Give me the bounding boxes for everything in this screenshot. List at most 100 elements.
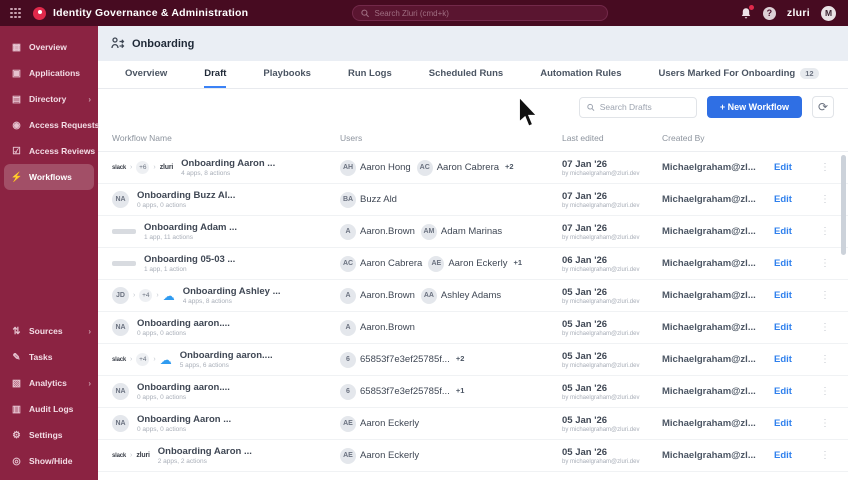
users-cell: A Aaron.Brown AA Ashley Adams	[340, 287, 562, 304]
tab-users-marked-for-onboarding[interactable]: Users Marked For Onboarding 12	[658, 61, 819, 88]
sidebar-item-access-requests[interactable]: ◉ Access Requests	[0, 112, 99, 138]
app-grid-icon[interactable]	[10, 7, 21, 19]
flow-arrow-icon: ›	[153, 164, 156, 171]
table-row: Onboarding Adam ... 1 app, 11 actions A Aar…	[98, 216, 848, 248]
edit-link[interactable]: Edit	[774, 258, 816, 269]
tab-playbooks[interactable]: Playbooks	[263, 61, 311, 88]
row-menu-icon[interactable]: ⋮	[816, 354, 834, 365]
row-menu-icon[interactable]: ⋮	[816, 258, 834, 269]
new-workflow-button[interactable]: + New Workflow	[706, 96, 802, 118]
workflow-name: Onboarding Buzz Al...	[137, 190, 236, 201]
global-search[interactable]	[352, 5, 608, 21]
workflow-name-block: Onboarding 05-03 ... 1 app, 1 action	[144, 254, 235, 273]
row-menu-icon[interactable]: ⋮	[816, 194, 834, 205]
workflow-avatar: NA	[112, 319, 129, 336]
edit-link[interactable]: Edit	[774, 354, 816, 365]
notifications-bell-icon[interactable]	[740, 4, 754, 20]
sidebar-item-audit-logs[interactable]: ▥ Audit Logs	[0, 396, 98, 422]
sidebar-item-show-hide[interactable]: ◎ Show/Hide	[0, 448, 98, 474]
users-cell: AC Aaron Cabrera AE Aaron Eckerly +1	[340, 255, 562, 272]
sidebar-item-overview[interactable]: ▦ Overview	[0, 34, 98, 60]
row-menu-icon[interactable]: ⋮	[816, 322, 834, 333]
workflow-name-cell[interactable]: JD › +4 › ☁ Onboarding Ashley ... 4 apps, 8 ac…	[112, 286, 340, 305]
user-avatar-initials: AH	[340, 159, 356, 176]
global-search-input[interactable]	[374, 8, 599, 18]
tab-automation-rules[interactable]: Automation Rules	[540, 61, 621, 88]
tab-draft[interactable]: Draft	[204, 61, 227, 88]
users-cell: AE Aaron Eckerly	[340, 447, 562, 464]
workflow-meta: 1 app, 1 action	[144, 266, 187, 273]
user-chip: AC Aaron Cabrera	[416, 159, 499, 176]
workflow-name-cell[interactable]: NA Onboarding aaron.... 0 apps, 0 actions	[112, 382, 340, 401]
sidebar-item-sources[interactable]: ⇅ Sources ›	[0, 318, 98, 344]
sidebar-item-access-reviews[interactable]: ☑ Access Reviews	[0, 138, 98, 164]
help-icon[interactable]: ?	[762, 6, 776, 20]
workflow-avatar: NA	[112, 383, 129, 400]
table-row: slack › +4 › ☁ Onboarding aaron.... 5 apps, 6 …	[98, 344, 848, 376]
edit-link[interactable]: Edit	[774, 226, 816, 237]
cloud-app-icon: ☁	[159, 352, 172, 367]
sidebar-item-label: Applications	[29, 68, 81, 78]
tab-overview[interactable]: Overview	[125, 61, 167, 88]
edit-link[interactable]: Edit	[774, 418, 816, 429]
edit-link[interactable]: Edit	[774, 290, 816, 301]
sidebar-item-applications[interactable]: ▣ Applications	[0, 60, 98, 86]
main-content: Onboarding Overview Draft Playbooks Run Log…	[98, 26, 848, 480]
last-edited-by: by michaelgraham@zluri.dev	[562, 298, 640, 305]
workflow-name-cell[interactable]: NA Onboarding aaron.... 0 apps, 0 actions	[112, 318, 340, 337]
sidebar-item-tasks[interactable]: ✎ Tasks	[0, 344, 98, 370]
more-apps-count: +6	[136, 161, 150, 174]
table-row: slack › zluri Onboarding Aaron ... 2 apps, 2…	[98, 440, 848, 472]
last-edited-by: by michaelgraham@zluri.dev	[562, 362, 640, 369]
row-menu-icon[interactable]: ⋮	[816, 290, 834, 301]
search-drafts[interactable]	[578, 96, 697, 118]
workflow-name-block: Onboarding Ashley ... 4 apps, 8 actions	[183, 286, 281, 305]
tab-run-logs[interactable]: Run Logs	[348, 61, 392, 88]
edit-link[interactable]: Edit	[774, 194, 816, 205]
app-wordmark-zluri: zluri	[159, 164, 174, 171]
workflow-name: Onboarding aaron....	[137, 318, 230, 329]
user-avatar[interactable]: M	[821, 5, 836, 21]
user-name: Aaron.Brown	[360, 290, 415, 301]
refresh-button[interactable]: ⟳	[812, 96, 834, 118]
edit-link[interactable]: Edit	[774, 322, 816, 333]
table-row: Onboarding 05-03 ... 1 app, 1 action AC Aar…	[98, 248, 848, 280]
row-menu-icon[interactable]: ⋮	[816, 418, 834, 429]
directory-icon: ▤	[12, 93, 21, 105]
workflow-name-cell[interactable]: slack › +4 › ☁ Onboarding aaron.... 5 apps, 6 …	[112, 350, 340, 369]
row-menu-icon[interactable]: ⋮	[816, 162, 834, 173]
extra-users-count: +2	[455, 353, 465, 363]
workflow-name-cell[interactable]: NA Onboarding Buzz Al... 0 apps, 0 actions	[112, 190, 340, 209]
last-edited-cell: 07 Jan '26 by michaelgraham@zluri.dev	[562, 159, 662, 177]
row-menu-icon[interactable]: ⋮	[816, 226, 834, 237]
vertical-scrollbar-thumb[interactable]	[841, 155, 846, 255]
workflow-name-cell[interactable]: slack › +6 › zluri Onboarding Aaron ... 4 apps…	[112, 158, 340, 177]
workflow-name-cell[interactable]: slack › zluri Onboarding Aaron ... 2 apps, 2…	[112, 446, 340, 465]
last-edited-by: by michaelgraham@zluri.dev	[562, 394, 640, 401]
workflow-name-block: Onboarding aaron.... 0 apps, 0 actions	[137, 382, 230, 401]
access-reviews-icon: ☑	[12, 145, 21, 157]
last-edited-date: 07 Jan '26	[562, 158, 608, 170]
row-menu-icon[interactable]: ⋮	[816, 450, 834, 461]
sidebar-item-settings[interactable]: ⚙ Settings	[0, 422, 98, 448]
workflows-icon: ⚡	[10, 171, 23, 183]
row-menu-icon[interactable]: ⋮	[816, 386, 834, 397]
workflow-name-cell[interactable]: NA Onboarding Aaron ... 0 apps, 0 actions	[112, 414, 340, 433]
workflow-meta: 0 apps, 0 actions	[137, 330, 187, 337]
last-edited-cell: 06 Jan '26 by michaelgraham@zluri.dev	[562, 255, 662, 273]
extra-users-count: +1	[513, 257, 523, 267]
sidebar-item-directory[interactable]: ▤ Directory ›	[0, 86, 98, 112]
page-title: Onboarding	[132, 37, 195, 50]
chevron-right-icon: ›	[88, 378, 91, 388]
workflow-name-cell[interactable]: Onboarding 05-03 ... 1 app, 1 action	[112, 254, 340, 273]
edit-link[interactable]: Edit	[774, 162, 816, 173]
workflow-name-cell[interactable]: Onboarding Adam ... 1 app, 11 actions	[112, 222, 340, 241]
edit-link[interactable]: Edit	[774, 386, 816, 397]
sidebar-group-secondary: ⇅ Sources › ✎ Tasks ▧ Analytics › ▥ Audit Logs ⚙ Se…	[0, 318, 98, 474]
cloud-app-icon: ☁	[162, 288, 175, 303]
search-drafts-input[interactable]	[599, 102, 689, 112]
tab-scheduled-runs[interactable]: Scheduled Runs	[429, 61, 503, 88]
edit-link[interactable]: Edit	[774, 450, 816, 461]
sidebar-item-analytics[interactable]: ▧ Analytics ›	[0, 370, 98, 396]
sidebar-item-workflows[interactable]: ⚡ Workflows	[4, 164, 94, 190]
